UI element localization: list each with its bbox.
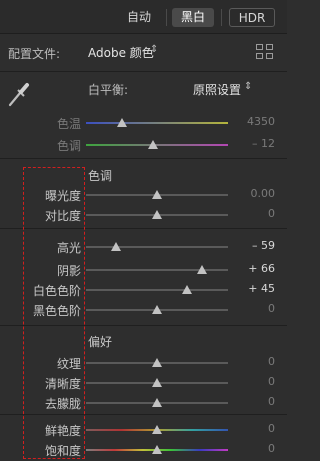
slider-value[interactable]: – 59 — [252, 239, 275, 252]
mode-separator — [221, 9, 222, 26]
highlight-annotation-box — [23, 167, 85, 459]
auto-button[interactable]: 自动 — [118, 8, 160, 27]
slider-temperature[interactable]: 色温 4350 — [0, 112, 287, 132]
slider-track[interactable] — [86, 289, 228, 291]
white-balance-label: 白平衡: — [88, 83, 129, 97]
slider-label: 色调 — [56, 139, 81, 153]
slider-thumb[interactable] — [181, 285, 192, 294]
slider-track[interactable] — [86, 246, 228, 248]
slider-tint[interactable]: 色调 – 12 — [0, 134, 287, 154]
tone-section-title: 色调 — [88, 169, 113, 183]
slider-value[interactable]: 0 — [268, 395, 275, 408]
slider-value[interactable]: + 66 — [248, 262, 275, 275]
slider-value[interactable]: 0 — [268, 302, 275, 315]
profile-dropdown[interactable]: Adobe 颜色 — [88, 44, 154, 61]
slider-thumb[interactable] — [152, 425, 162, 434]
slider-thumb[interactable] — [152, 378, 162, 387]
slider-value[interactable]: 0.00 — [251, 187, 276, 200]
slider-thumb[interactable] — [152, 445, 162, 454]
temperature-track[interactable] — [86, 122, 228, 124]
white-balance-dropdown[interactable]: 原照设置 — [193, 81, 241, 98]
slider-value[interactable]: 0 — [268, 207, 275, 220]
section-divider — [0, 158, 287, 159]
slider-label: 色温 — [56, 117, 81, 131]
slider-value[interactable]: 4350 — [247, 115, 275, 128]
slider-thumb[interactable] — [152, 398, 162, 407]
slider-value[interactable]: – 12 — [252, 137, 275, 150]
mode-separator — [166, 9, 167, 26]
slider-thumb[interactable] — [116, 118, 127, 127]
profile-row: 配置文件: Adobe 颜色 ⇕ — [0, 34, 287, 72]
slider-thumb[interactable] — [197, 265, 208, 274]
slider-thumb[interactable] — [152, 358, 162, 367]
slider-value[interactable]: 0 — [268, 422, 275, 435]
white-balance-row: 白平衡: 原照设置 ⇕ — [0, 72, 287, 112]
presence-section-title: 偏好 — [88, 335, 113, 349]
slider-thumb[interactable] — [152, 305, 162, 314]
slider-thumb[interactable] — [152, 190, 162, 199]
slider-value[interactable]: + 45 — [248, 282, 275, 295]
slider-thumb[interactable] — [147, 140, 158, 149]
profile-browser-grid-icon[interactable] — [256, 44, 274, 60]
hdr-button[interactable]: HDR — [229, 8, 275, 27]
slider-value[interactable]: 0 — [268, 375, 275, 388]
slider-thumb[interactable] — [110, 242, 121, 251]
eyedropper-icon[interactable] — [6, 80, 32, 108]
slider-value[interactable]: 0 — [268, 442, 275, 455]
profile-label: 配置文件: — [8, 47, 61, 61]
slider-thumb[interactable] — [152, 210, 162, 219]
white-balance-caret-icon[interactable]: ⇕ — [244, 81, 252, 92]
treatment-bar: 自动 黑白 HDR — [0, 0, 287, 34]
black-white-button[interactable]: 黑白 — [172, 8, 214, 27]
profile-dropdown-caret-icon[interactable]: ⇕ — [150, 44, 158, 55]
slider-value[interactable]: 0 — [268, 355, 275, 368]
